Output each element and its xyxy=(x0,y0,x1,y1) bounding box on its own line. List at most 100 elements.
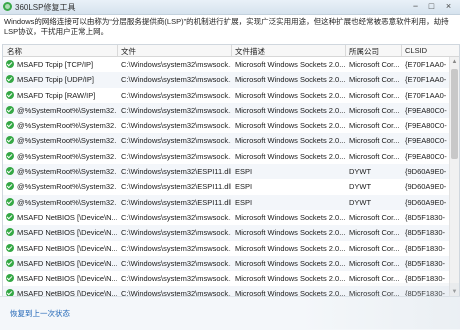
maximize-button[interactable]: □ xyxy=(424,1,439,12)
column-header-clsid[interactable]: CLSID xyxy=(405,46,427,55)
table-header: 名称 文件 文件描述 所属公司 CLSID xyxy=(3,45,459,57)
status-ok-icon xyxy=(6,105,14,114)
cell-name: MSAFD Tcpip [UDP/IP] xyxy=(17,75,94,85)
cell-description: Microsoft Windows Sockets 2.0... xyxy=(235,212,345,222)
cell-clsid: {8D5F1830- xyxy=(405,212,446,222)
window-title: 360LSP修复工具 xyxy=(15,3,76,12)
cell-file: C:\Windows\system32\mswsock... xyxy=(121,243,231,253)
cell-description: Microsoft Windows Sockets 2.0... xyxy=(235,258,345,268)
cell-company: Microsoft Cor... xyxy=(349,212,400,222)
cell-file: C:\Windows\system32\mswsock... xyxy=(121,274,231,284)
table-row[interactable]: MSAFD NetBIOS [\Device\N... C:\Windows\sy… xyxy=(3,210,449,225)
cell-file: C:\Windows\system32\mswsock... xyxy=(121,151,231,161)
status-ok-icon xyxy=(6,167,14,176)
cell-description: Microsoft Windows Sockets 2.0... xyxy=(235,243,345,253)
vertical-scrollbar[interactable]: ▲ ▼ xyxy=(449,57,459,297)
cell-clsid: {E70F1AA0- xyxy=(405,90,447,100)
cell-file: C:\Windows\system32\mswsock... xyxy=(121,121,231,131)
cell-name: MSAFD NetBIOS [\Device\N... xyxy=(17,258,117,268)
table-row[interactable]: @%SystemRoot%\System32... C:\Windows\syst… xyxy=(3,133,449,149)
cell-company: Microsoft Cor... xyxy=(349,243,400,253)
column-header-name[interactable]: 名称 xyxy=(7,46,22,57)
cell-clsid: {8D5F1830- xyxy=(405,243,446,253)
status-ok-icon xyxy=(6,151,14,160)
cell-description: Microsoft Windows Sockets 2.0... xyxy=(235,151,345,161)
status-ok-icon xyxy=(6,60,14,68)
cell-clsid: {E70F1AA0- xyxy=(405,60,447,69)
cell-company: Microsoft Cor... xyxy=(349,90,400,100)
column-header-company[interactable]: 所属公司 xyxy=(349,46,379,57)
cell-clsid: {9D60A9E0- xyxy=(405,167,447,177)
table-row[interactable]: @%SystemRoot%\System32... C:\Windows\syst… xyxy=(3,118,449,133)
cell-file: C:\Windows\system32\mswsock... xyxy=(121,258,231,268)
column-header-description[interactable]: 文件描述 xyxy=(235,46,265,57)
table-body: MSAFD Tcpip [TCP/IP] C:\Windows\system32\… xyxy=(3,57,449,297)
cell-file: C:\Windows\system32\mswsock... xyxy=(121,105,231,115)
table-row[interactable]: MSAFD Tcpip [UDP/IP] C:\Windows\system32\… xyxy=(3,72,449,88)
cell-description: Microsoft Windows Sockets 2.0... xyxy=(235,75,345,85)
status-ok-icon xyxy=(6,75,14,84)
lsp-repair-window: 360LSP修复工具 − □ × Windows的网络连接可以由称为“分层服务提… xyxy=(0,0,460,330)
restore-previous-state-link[interactable]: 恢复到上一次状态 xyxy=(10,308,70,319)
cell-company: DYWT xyxy=(349,182,372,192)
cell-name: MSAFD NetBIOS [\Device\N... xyxy=(17,228,117,238)
cell-company: Microsoft Cor... xyxy=(349,151,400,161)
table-row[interactable]: MSAFD Tcpip [TCP/IP] C:\Windows\system32\… xyxy=(3,57,449,72)
table-row[interactable]: @%SystemRoot%\System32... C:\Windows\syst… xyxy=(3,179,449,194)
cell-clsid: {8D5F1830- xyxy=(405,274,446,284)
status-ok-icon xyxy=(6,212,14,221)
status-ok-icon xyxy=(6,274,14,283)
watermark-overlay xyxy=(300,283,460,329)
status-ok-icon xyxy=(6,258,14,267)
cell-file: C:\Windows\system32\mswsock... xyxy=(121,75,231,85)
cell-company: Microsoft Cor... xyxy=(349,75,400,85)
cell-name: MSAFD NetBIOS [\Device\N... xyxy=(17,212,117,222)
cell-file: C:\Windows\system32\mswsock... xyxy=(121,136,231,146)
cell-clsid: {8D5F1830- xyxy=(405,228,446,238)
close-button[interactable]: × xyxy=(441,1,456,12)
cell-description: Microsoft Windows Sockets 2.0... xyxy=(235,228,345,238)
cell-description: Microsoft Windows Sockets 2.0... xyxy=(235,121,345,131)
cell-description: Microsoft Windows Sockets 2.0... xyxy=(235,105,345,115)
table-row[interactable]: @%SystemRoot%\System32... C:\Windows\syst… xyxy=(3,194,449,210)
cell-description: ESPI xyxy=(235,182,253,192)
cell-clsid: {9D60A9E0- xyxy=(405,182,447,192)
status-ok-icon xyxy=(6,121,14,130)
cell-file: C:\Windows\system32\ESPI11.dll xyxy=(121,197,231,207)
cell-description: Microsoft Windows Sockets 2.0... xyxy=(235,274,345,284)
cell-name: MSAFD Tcpip [TCP/IP] xyxy=(17,60,94,69)
status-ok-icon xyxy=(6,90,14,99)
cell-company: Microsoft Cor... xyxy=(349,60,400,69)
cell-description: ESPI xyxy=(235,167,253,177)
table-row[interactable]: MSAFD NetBIOS [\Device\N... C:\Windows\sy… xyxy=(3,241,449,256)
cell-name: @%SystemRoot%\System32... xyxy=(17,182,117,192)
status-ok-icon xyxy=(6,243,14,252)
table-row[interactable]: @%SystemRoot%\System32... C:\Windows\syst… xyxy=(3,164,449,180)
table-row[interactable]: @%SystemRoot%\System32... C:\Windows\syst… xyxy=(3,149,449,164)
cell-description: Microsoft Windows Sockets 2.0... xyxy=(235,60,345,69)
scrollbar-thumb[interactable] xyxy=(451,69,458,159)
cell-name: MSAFD NetBIOS [\Device\N... xyxy=(17,274,117,284)
cell-clsid: {E70F1AA0- xyxy=(405,75,447,85)
cell-name: @%SystemRoot%\System32... xyxy=(17,197,117,207)
table-row[interactable]: MSAFD Tcpip [RAW/IP] C:\Windows\system32\… xyxy=(3,88,449,103)
cell-name: @%SystemRoot%\System32... xyxy=(17,105,117,115)
cell-company: Microsoft Cor... xyxy=(349,105,400,115)
cell-company: Microsoft Cor... xyxy=(349,121,400,131)
table-row[interactable]: MSAFD NetBIOS [\Device\N... C:\Windows\sy… xyxy=(3,225,449,241)
table-row[interactable]: MSAFD NetBIOS [\Device\N... C:\Windows\sy… xyxy=(3,255,449,272)
minimize-button[interactable]: − xyxy=(408,1,423,12)
cell-file: C:\Windows\system32\mswsock... xyxy=(121,90,231,100)
cell-name: MSAFD NetBIOS [\Device\N... xyxy=(17,243,117,253)
cell-name: @%SystemRoot%\System32... xyxy=(17,121,117,131)
column-header-file[interactable]: 文件 xyxy=(121,46,136,57)
status-ok-icon xyxy=(6,228,14,237)
status-ok-icon xyxy=(6,197,14,206)
cell-file: C:\Windows\system32\mswsock... xyxy=(121,228,231,238)
scroll-up-icon[interactable]: ▲ xyxy=(451,58,458,66)
table-row[interactable]: @%SystemRoot%\System32... C:\Windows\syst… xyxy=(3,102,449,119)
cell-name: @%SystemRoot%\System32... xyxy=(17,136,117,146)
cell-clsid: {9D60A9E0- xyxy=(405,197,447,207)
cell-company: Microsoft Cor... xyxy=(349,274,400,284)
cell-name: MSAFD Tcpip [RAW/IP] xyxy=(17,90,96,100)
